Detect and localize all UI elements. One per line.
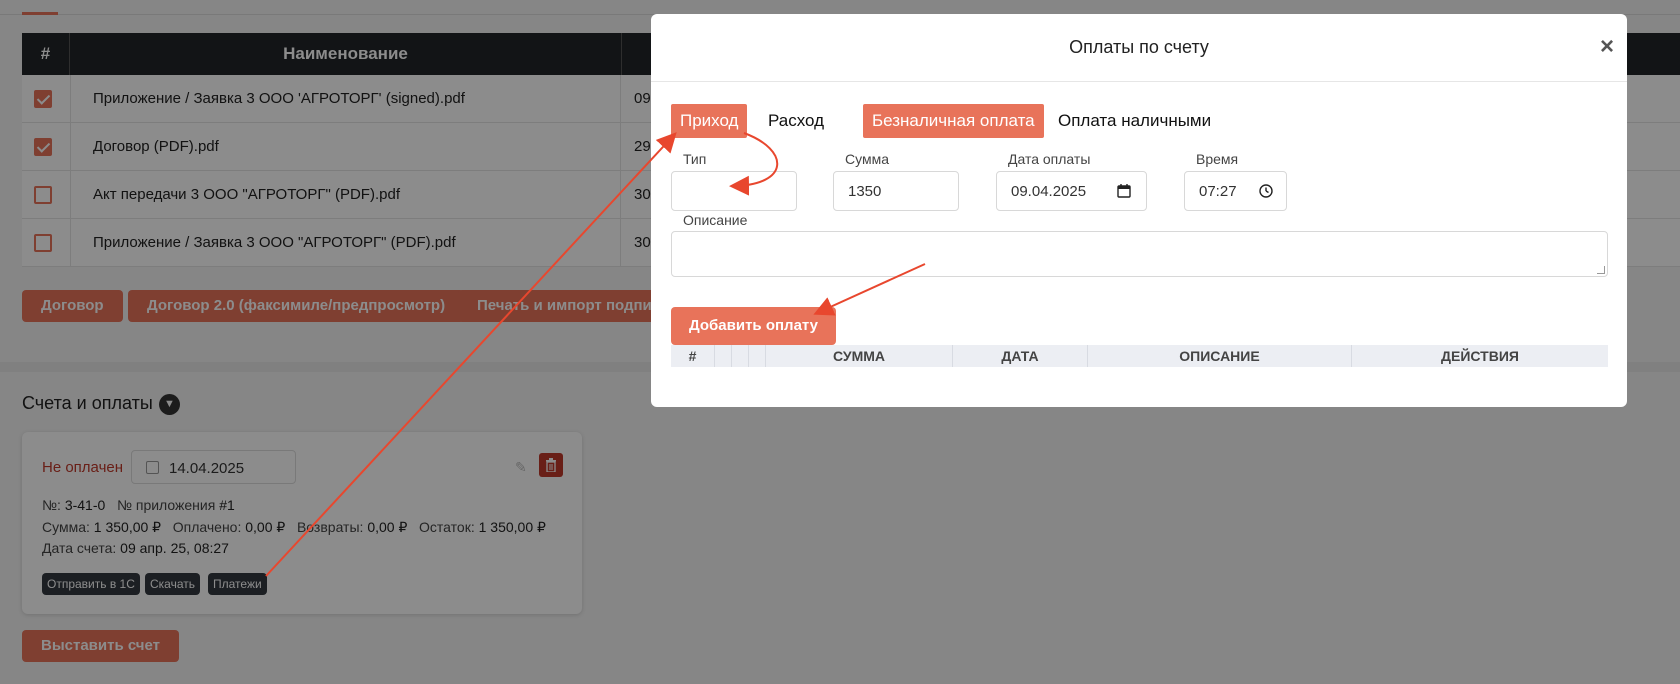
payments-modal: Оплаты по счету × Приход Расход Безналич… [651,14,1627,407]
resize-grip[interactable] [1597,266,1605,274]
col-blank-2 [732,345,749,367]
clock-icon[interactable] [1259,184,1273,202]
calendar-icon[interactable] [1117,184,1131,202]
tab-cashless[interactable]: Безналичная оплата [863,104,1044,138]
time-label: Время [1196,151,1239,167]
time-value: 07:27 [1199,183,1237,200]
add-payment-button[interactable]: Добавить оплату [671,307,836,345]
col-num: # [671,345,715,367]
col-date: ДАТА [953,345,1088,367]
payments-table-header: # СУММА ДАТА ОПИСАНИЕ ДЕЙСТВИЯ [671,345,1608,367]
payment-date-input[interactable]: 09.04.2025 [996,171,1147,211]
type-select[interactable] [671,171,797,211]
modal-title: Оплаты по счету [1069,37,1209,57]
sum-input[interactable]: 1350 [833,171,959,211]
type-label: Тип [683,151,707,167]
sum-label: Сумма [845,151,889,167]
tab-expense[interactable]: Расход [759,104,833,138]
tab-income[interactable]: Приход [671,104,748,138]
tab-cash[interactable]: Оплата наличными [1049,104,1220,138]
col-actions: ДЕЙСТВИЯ [1441,348,1519,364]
sum-value: 1350 [848,183,882,200]
col-description: ОПИСАНИЕ [1088,345,1352,367]
col-blank-3 [749,345,766,367]
close-icon[interactable]: × [1600,33,1614,61]
modal-header: Оплаты по счету × [651,14,1627,82]
col-blank-1 [715,345,732,367]
description-label: Описание [683,212,748,228]
time-input[interactable]: 07:27 [1184,171,1287,211]
description-textarea[interactable] [671,231,1608,277]
col-sum: СУММА [766,345,953,367]
date-value: 09.04.2025 [1011,183,1087,200]
date-label: Дата оплаты [1008,151,1091,167]
